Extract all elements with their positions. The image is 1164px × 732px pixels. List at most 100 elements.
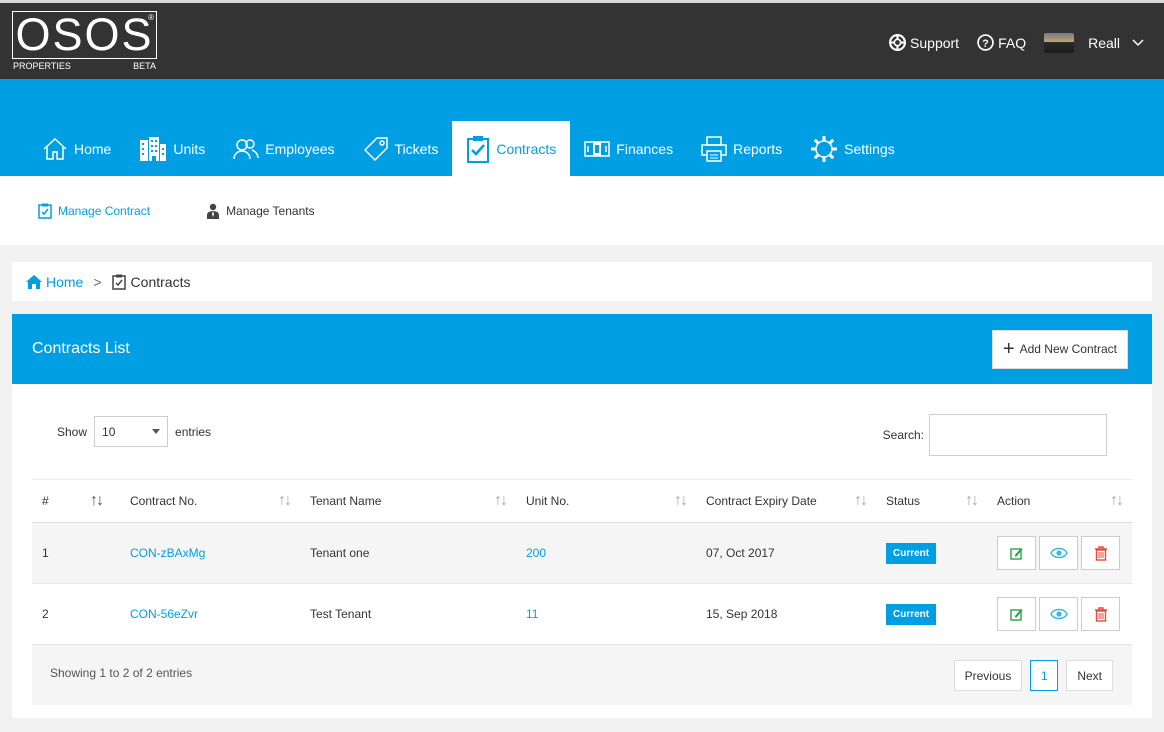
- delete-button[interactable]: [1081, 597, 1120, 631]
- clipboard-check-icon: [111, 274, 126, 290]
- contract-link[interactable]: CON-zBAxMg: [120, 522, 300, 584]
- page-button-1[interactable]: 1: [1030, 660, 1059, 691]
- home-icon: [43, 137, 67, 160]
- delete-button[interactable]: [1081, 536, 1120, 570]
- tenant-name: Tenant one: [300, 522, 516, 584]
- subnav-manage-contract[interactable]: Manage Contract: [38, 203, 150, 219]
- table-row: 1 CON-zBAxMg Tenant one 200 07, Oct 2017…: [32, 522, 1132, 584]
- view-button[interactable]: [1039, 597, 1078, 631]
- nav-reports-label: Reports: [733, 140, 783, 157]
- contracts-table: # ↑↓ Contract No. ↑↓ Tenant Name ↑↓ Unit No…: [32, 479, 1132, 645]
- nav-units[interactable]: Units: [125, 121, 219, 176]
- nav-finances[interactable]: Finances: [570, 121, 687, 176]
- unit-link[interactable]: 200: [516, 522, 696, 584]
- sort-icon: ↑↓: [278, 492, 292, 509]
- svg-text:?: ?: [982, 38, 988, 50]
- logo-reg-mark: ®: [148, 13, 154, 22]
- next-button[interactable]: Next: [1066, 660, 1113, 691]
- col-expiry-date-label: Contract Expiry Date: [706, 494, 817, 508]
- printer-icon: [701, 135, 727, 162]
- breadcrumb-separator: >: [93, 273, 102, 290]
- logo-sub-left: PROPERTIES: [13, 61, 71, 71]
- user-name[interactable]: Reall: [1088, 35, 1120, 51]
- unit-link[interactable]: 11: [516, 583, 696, 645]
- chevron-down-icon[interactable]: [1132, 38, 1144, 47]
- question-circle-icon: ?: [977, 34, 994, 51]
- edit-icon: [1010, 547, 1023, 560]
- eye-icon: [1049, 608, 1068, 620]
- users-icon: [233, 138, 260, 159]
- logo-sub-right: BETA: [133, 61, 156, 71]
- clipboard-check-icon: [467, 135, 490, 163]
- col-status[interactable]: Status ↑↓: [876, 479, 987, 523]
- trash-icon: [1094, 545, 1107, 561]
- eye-icon: [1049, 547, 1068, 559]
- nav-home[interactable]: Home: [28, 121, 125, 176]
- entries-label: entries: [175, 424, 212, 439]
- col-number[interactable]: # ↑↓: [32, 479, 120, 523]
- col-expiry-date[interactable]: Contract Expiry Date ↑↓: [696, 479, 876, 523]
- search-control: Search:: [883, 414, 1107, 456]
- entries-info: Showing 1 to 2 of 2 entries: [50, 666, 193, 680]
- nav-settings[interactable]: Settings: [796, 121, 909, 176]
- col-tenant-name-label: Tenant Name: [310, 494, 382, 508]
- nav-reports[interactable]: Reports: [687, 121, 796, 176]
- col-action[interactable]: Action ↑↓: [987, 479, 1132, 523]
- row-number: 1: [32, 522, 120, 584]
- panel-title: Contracts List: [32, 340, 130, 357]
- avatar[interactable]: [1044, 32, 1075, 53]
- edit-button[interactable]: [997, 536, 1036, 570]
- nav-tickets-label: Tickets: [394, 140, 439, 157]
- breadcrumb-home[interactable]: Home: [26, 274, 83, 290]
- breadcrumb-current: Contracts: [111, 273, 191, 290]
- previous-button[interactable]: Previous: [953, 660, 1023, 691]
- row-actions: [997, 597, 1132, 631]
- logo-wordmark: OSOS ®: [12, 11, 157, 59]
- add-new-contract-button[interactable]: + Add New Contract: [991, 329, 1128, 369]
- subnav-manage-tenants-label: Manage Tenants: [226, 203, 315, 218]
- nav-units-label: Units: [173, 140, 206, 157]
- nav-tickets[interactable]: Tickets: [349, 121, 453, 176]
- col-unit-no[interactable]: Unit No. ↑↓: [516, 479, 696, 523]
- support-label: Support: [910, 34, 960, 51]
- tenant-name: Test Tenant: [300, 583, 516, 645]
- nav-employees[interactable]: Employees: [219, 121, 348, 176]
- subnav-manage-tenants[interactable]: Manage Tenants: [206, 203, 315, 219]
- sort-icon: ↑↓: [1110, 492, 1124, 509]
- sort-icon: ↑↓: [965, 492, 979, 509]
- action-cell: [987, 583, 1132, 645]
- gear-icon: [811, 135, 838, 162]
- nav-contracts-label: Contracts: [496, 140, 557, 157]
- home-icon: [26, 274, 42, 289]
- view-button[interactable]: [1039, 536, 1078, 570]
- table-row: 2 CON-56eZvr Test Tenant 11 15, Sep 2018…: [32, 583, 1132, 645]
- status-cell: Current: [876, 583, 987, 645]
- support-link[interactable]: Support: [889, 34, 959, 51]
- col-contract-no[interactable]: Contract No. ↑↓: [120, 479, 300, 523]
- breadcrumb-current-label: Contracts: [130, 273, 191, 290]
- main-nav: Home Units Employees Tickets Contracts F…: [28, 121, 909, 176]
- faq-link[interactable]: ? FAQ: [977, 34, 1026, 51]
- edit-button[interactable]: [997, 597, 1036, 631]
- building-icon: [140, 136, 167, 161]
- col-contract-no-label: Contract No.: [130, 494, 198, 508]
- search-input[interactable]: [929, 414, 1107, 456]
- trash-icon: [1094, 606, 1107, 622]
- expiry-date: 15, Sep 2018: [696, 583, 876, 645]
- col-status-label: Status: [886, 494, 921, 508]
- entries-select[interactable]: 10: [94, 416, 169, 447]
- nav-contracts[interactable]: Contracts: [452, 121, 571, 176]
- contract-link[interactable]: CON-56eZvr: [120, 583, 300, 645]
- table-header-row: # ↑↓ Contract No. ↑↓ Tenant Name ↑↓ Unit No…: [32, 479, 1132, 523]
- nav-finances-label: Finances: [616, 140, 674, 157]
- status-badge: Current: [886, 542, 937, 564]
- col-tenant-name[interactable]: Tenant Name ↑↓: [300, 479, 516, 523]
- logo-text: OSOS: [15, 11, 154, 59]
- nav-settings-label: Settings: [844, 140, 895, 157]
- osos-logo[interactable]: OSOS ® PROPERTIES BETA: [12, 11, 157, 73]
- entries-select-value: 10: [102, 424, 116, 439]
- subnav-manage-contract-label: Manage Contract: [58, 203, 151, 218]
- table-controls: Show 10 entries Search:: [12, 414, 1152, 458]
- contracts-panel: Contracts List + Add New Contract Show 1…: [12, 314, 1152, 718]
- sort-icon: ↑↓: [854, 492, 868, 509]
